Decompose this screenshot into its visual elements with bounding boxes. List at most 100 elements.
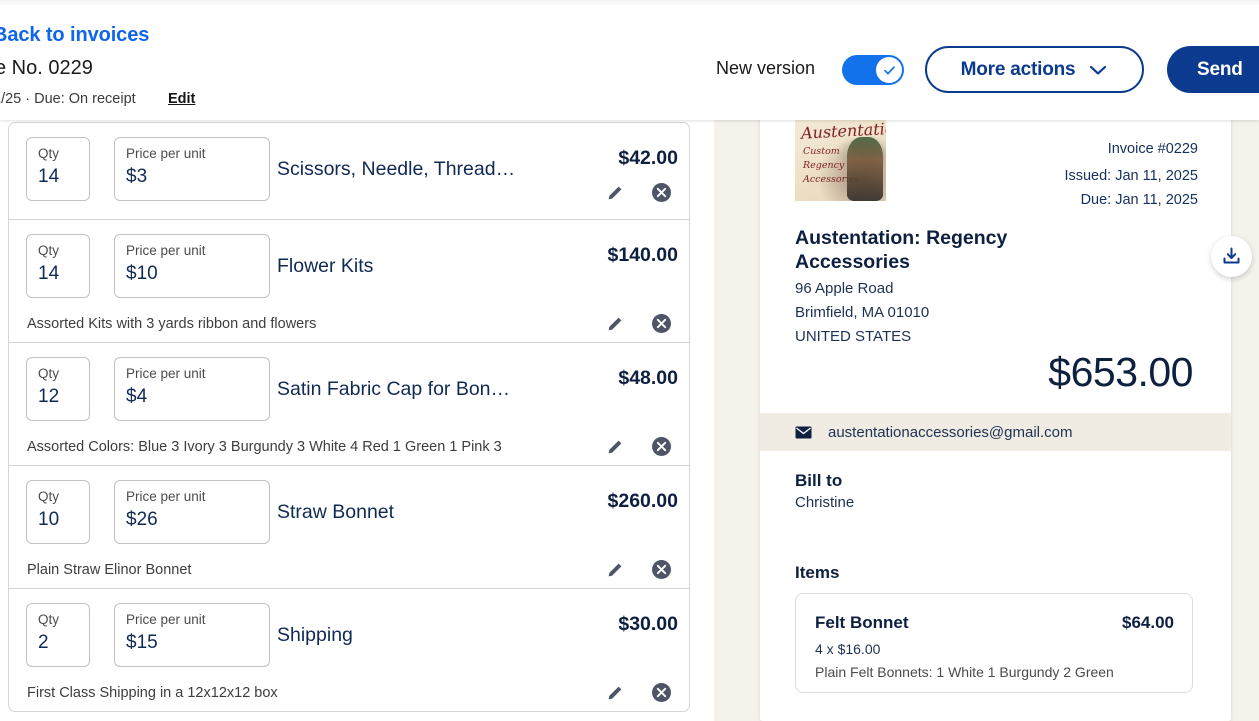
logo-figure-illustration: [847, 137, 883, 201]
download-icon: [1223, 247, 1240, 264]
price-per-unit-field[interactable]: Price per unit $10: [114, 234, 270, 298]
page-title-invoice-number: ce No. 0229: [0, 57, 93, 79]
quantity-label: Qty: [38, 146, 60, 161]
preview-item-name: Felt Bonnet: [815, 613, 909, 632]
preview-issued-date: Issued: Jan 11, 2025: [1064, 168, 1198, 184]
price-label: Price per unit: [126, 612, 206, 627]
edit-pencil-icon[interactable]: [605, 437, 625, 457]
item-amount: $42.00: [618, 147, 678, 169]
preview-item-qty-line: 4 x $16.00: [815, 641, 881, 657]
send-label: Send: [1197, 58, 1243, 80]
item-title: Scissors, Needle, Thread…: [277, 158, 516, 180]
logo-line-2: Regency: [803, 160, 845, 171]
price-per-unit-field[interactable]: Price per unit $3: [114, 137, 270, 201]
item-description: Assorted Colors: Blue 3 Ivory 3 Burgundy…: [27, 439, 502, 455]
item-description: First Class Shipping in a 12x12x12 box: [27, 685, 278, 701]
quantity-label: Qty: [38, 243, 60, 258]
quantity-label: Qty: [38, 489, 60, 504]
items-heading: Items: [795, 563, 840, 582]
invoice-total-amount: $653.00: [1048, 349, 1193, 395]
delete-circle-icon[interactable]: [651, 313, 672, 334]
logo-line-1: Custom: [803, 146, 840, 157]
table-row[interactable]: Qty 2 Price per unit $15 Shipping $30.00…: [9, 589, 689, 711]
envelope-icon: [795, 426, 812, 438]
main-content: Qty 14 Price per unit $3 Scissors, Needl…: [0, 116, 1259, 721]
bill-to-customer-name: Christine: [795, 494, 855, 511]
invoice-preview-card: Austentation Custom Regency Accessories …: [760, 116, 1231, 721]
edit-pencil-icon[interactable]: [605, 683, 625, 703]
item-title: Straw Bonnet: [277, 501, 395, 523]
quantity-value: 14: [38, 263, 60, 284]
preview-item-amount: $64.00: [1122, 613, 1174, 632]
item-amount: $260.00: [607, 490, 679, 512]
bill-to-heading: Bill to: [795, 471, 843, 490]
quantity-field[interactable]: Qty 12: [26, 357, 90, 421]
business-address-line-2: Brimfield, MA 01010: [795, 304, 930, 321]
price-label: Price per unit: [126, 366, 206, 381]
send-button[interactable]: Send: [1167, 46, 1259, 93]
delete-circle-icon[interactable]: [651, 559, 672, 580]
item-description: Plain Straw Elinor Bonnet: [27, 562, 192, 578]
row-actions: [605, 436, 672, 457]
row-actions: [605, 559, 672, 580]
quantity-value: 12: [38, 386, 60, 407]
row-actions: [605, 682, 672, 703]
business-email: austentationaccessories@gmail.com: [828, 423, 1073, 441]
quantity-field[interactable]: Qty 2: [26, 603, 90, 667]
edit-link[interactable]: Edit: [168, 91, 195, 107]
edit-pencil-icon[interactable]: [605, 314, 625, 334]
price-value: $10: [126, 263, 158, 284]
edit-pencil-icon[interactable]: [605, 183, 625, 203]
price-value: $15: [126, 632, 158, 653]
table-row[interactable]: Qty 10 Price per unit $26 Straw Bonnet $…: [9, 466, 689, 589]
price-value: $26: [126, 509, 158, 530]
quantity-value: 2: [38, 632, 49, 653]
download-invoice-button[interactable]: [1211, 236, 1252, 277]
quantity-label: Qty: [38, 366, 60, 381]
table-row[interactable]: Qty 12 Price per unit $4 Satin Fabric Ca…: [9, 343, 689, 466]
item-title: Shipping: [277, 624, 353, 646]
quantity-field[interactable]: Qty 14: [26, 137, 90, 201]
price-label: Price per unit: [126, 243, 206, 258]
delete-circle-icon[interactable]: [651, 436, 672, 457]
business-logo: Austentation Custom Regency Accessories: [795, 116, 886, 201]
new-version-toggle[interactable]: [842, 55, 904, 85]
chevron-down-icon: [1090, 65, 1107, 74]
price-value: $3: [126, 166, 148, 187]
back-to-invoices-link[interactable]: Back to invoices: [0, 24, 149, 47]
item-title: Flower Kits: [277, 255, 374, 277]
business-address-line-3: UNITED STATES: [795, 328, 912, 345]
business-email-bar: austentationaccessories@gmail.com: [760, 413, 1231, 451]
business-address-line-1: 96 Apple Road: [795, 280, 894, 297]
delete-circle-icon[interactable]: [651, 182, 672, 203]
item-amount: $48.00: [618, 367, 678, 389]
item-amount: $140.00: [607, 244, 679, 266]
delete-circle-icon[interactable]: [651, 682, 672, 703]
line-items-list: Qty 14 Price per unit $3 Scissors, Needl…: [8, 122, 690, 712]
price-per-unit-field[interactable]: Price per unit $4: [114, 357, 270, 421]
preview-due-date: Due: Jan 11, 2025: [1080, 192, 1198, 208]
check-icon: [883, 65, 895, 74]
table-row[interactable]: Qty 14 Price per unit $3 Scissors, Needl…: [9, 123, 689, 220]
price-label: Price per unit: [126, 489, 206, 504]
preview-invoice-number: Invoice #0229: [1107, 141, 1198, 157]
row-actions: [605, 182, 672, 203]
new-version-label: New version: [716, 58, 816, 78]
quantity-label: Qty: [38, 612, 60, 627]
quantity-value: 10: [38, 509, 60, 530]
preview-item-card: Felt Bonnet $64.00 4 x $16.00 Plain Felt…: [795, 593, 1193, 693]
more-actions-label: More actions: [960, 58, 1076, 80]
price-per-unit-field[interactable]: Price per unit $26: [114, 480, 270, 544]
item-description: Assorted Kits with 3 yards ribbon and fl…: [27, 316, 317, 332]
business-name: Austentation: Regency Accessories: [795, 227, 1008, 273]
row-actions: [605, 313, 672, 334]
table-row[interactable]: Qty 14 Price per unit $10 Flower Kits $1…: [9, 220, 689, 343]
edit-pencil-icon[interactable]: [605, 560, 625, 580]
preview-item-description: Plain Felt Bonnets: 1 White 1 Burgundy 2…: [815, 664, 1114, 680]
price-per-unit-field[interactable]: Price per unit $15: [114, 603, 270, 667]
quantity-field[interactable]: Qty 10: [26, 480, 90, 544]
quantity-field[interactable]: Qty 14: [26, 234, 90, 298]
invoice-date-due-meta: /11/25 · Due: On receipt: [0, 91, 136, 107]
more-actions-button[interactable]: More actions: [925, 46, 1144, 93]
toggle-knob: [876, 57, 902, 83]
